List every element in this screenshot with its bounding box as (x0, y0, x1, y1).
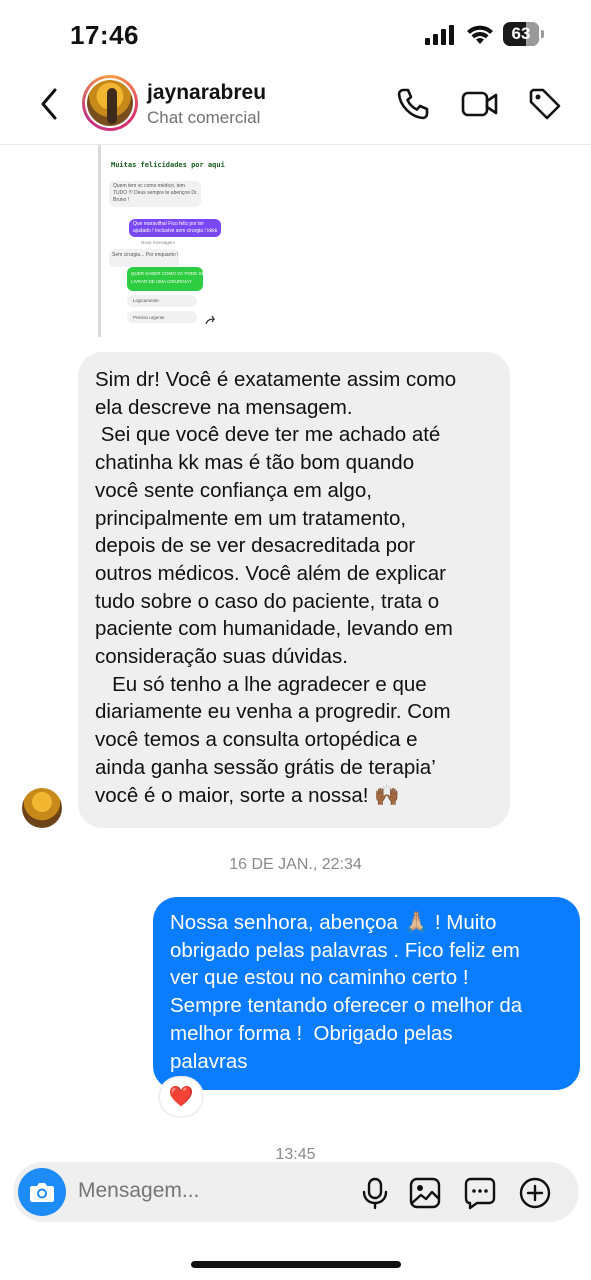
message-input[interactable] (78, 1179, 338, 1203)
sticker-chat-icon[interactable] (463, 1176, 497, 1210)
battery-level: 63 (511, 24, 531, 43)
preview-line: Sem cirurgia... Por enquanto ! (112, 252, 179, 258)
preview-line: Bruno ! (113, 197, 130, 203)
preview-line: Preciso urgente (133, 315, 165, 320)
chat-header: jaynarabreu Chat comercial (0, 70, 591, 145)
heart-reaction-icon[interactable]: ❤️ (160, 1078, 202, 1116)
share-arrow-icon (205, 315, 216, 325)
received-message-text: Sim dr! Você é exatamente assim como ela… (95, 368, 457, 807)
home-indicator (191, 1261, 401, 1268)
preview-line: Logicamente (133, 298, 159, 303)
back-chevron-icon[interactable] (35, 86, 65, 122)
sender-avatar[interactable] (22, 788, 62, 828)
preview-line: LIVRAR DE UMA CIRURGIA? (131, 279, 192, 284)
wifi-icon (467, 25, 493, 44)
sent-message-text: Nossa senhora, abençoa 🙏🏼 ! Muito obriga… (170, 911, 523, 1073)
preview-caption: Muitas felicidades por aqui (111, 161, 225, 169)
battery-icon: 63 (503, 22, 544, 46)
image-gallery-icon[interactable] (408, 1176, 442, 1210)
received-message-bubble[interactable]: Sim dr! Você é exatamente assim como ela… (78, 352, 510, 828)
preview-line: Quem tem vc como médico, tem (113, 183, 185, 189)
cellular-signal-icon (425, 25, 454, 45)
message-timestamp: 16 DE JAN., 22:34 (229, 856, 362, 873)
camera-button[interactable] (18, 1168, 66, 1216)
plus-circle-icon[interactable] (518, 1176, 552, 1210)
chat-username[interactable]: jaynarabreu (147, 81, 266, 105)
status-time: 17:46 (70, 20, 139, 50)
preview-line: Nova mensagem (141, 240, 176, 245)
status-bar: 17:46 63 (0, 0, 591, 70)
video-camera-icon[interactable] (461, 86, 499, 122)
phone-icon[interactable] (395, 86, 431, 122)
preview-line: Que maravilha! Fico feliz por ter (133, 221, 204, 227)
preview-line: QUER SABER COMO VC PODE SE (131, 271, 205, 276)
sent-message-bubble[interactable]: Nossa senhora, abençoa 🙏🏼 ! Muito obriga… (153, 897, 580, 1090)
tag-icon[interactable] (527, 86, 563, 122)
profile-avatar[interactable] (82, 75, 138, 131)
preview-line: TUDO !!! Deus sempre te abençoe Dr. (113, 190, 198, 196)
message-composer (13, 1162, 579, 1222)
microphone-icon[interactable] (358, 1176, 392, 1210)
chat-subtitle: Chat comercial (147, 108, 261, 127)
preview-line: ajudado ! Inclusive sem cirurgia ! kkkk (133, 228, 218, 234)
shared-screenshot-preview[interactable]: Muitas felicidades por aqui Quem tem vc … (98, 145, 226, 337)
camera-icon (30, 1183, 54, 1202)
